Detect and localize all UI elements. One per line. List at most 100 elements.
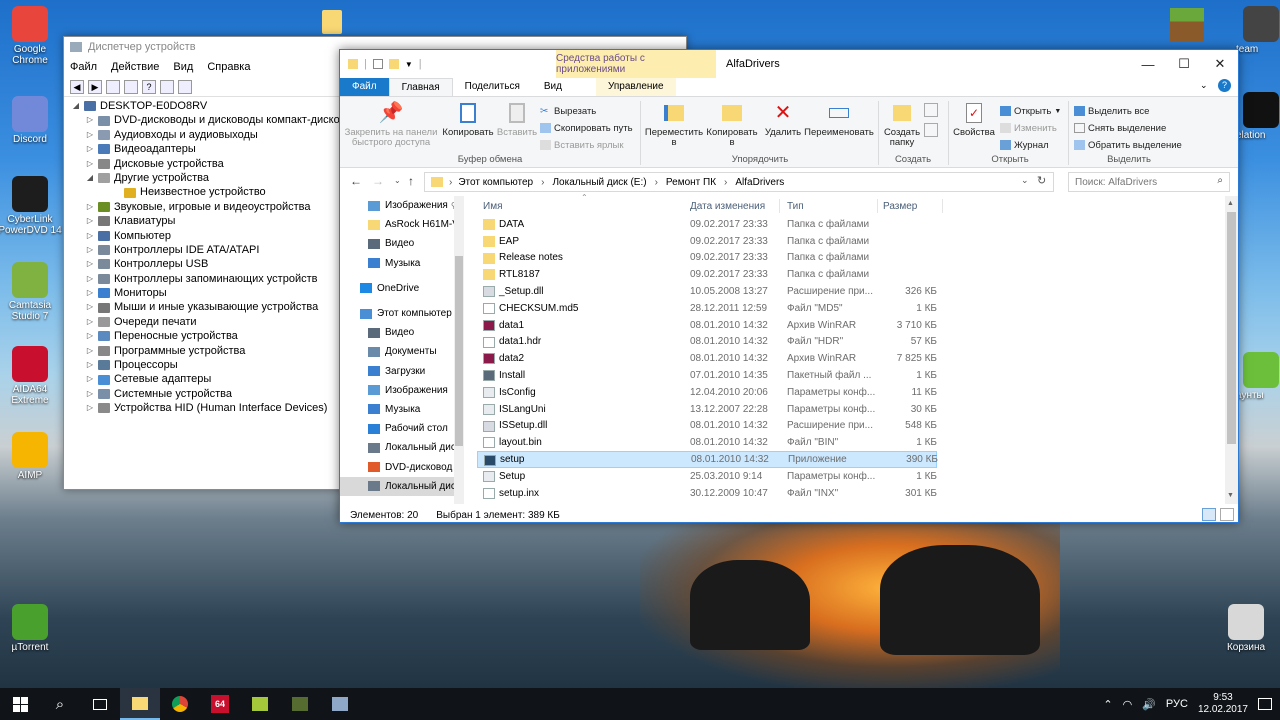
breadcrumb-item[interactable]: AlfaDrivers bbox=[735, 177, 784, 188]
copy-to-button[interactable]: Копировать в bbox=[704, 101, 760, 148]
nav-item[interactable]: DVD-дисковод ( bbox=[340, 457, 464, 476]
nav-item[interactable]: AsRock H61M-V bbox=[340, 215, 464, 234]
history-button[interactable]: Журнал bbox=[1000, 137, 1049, 153]
column-type[interactable]: Тип bbox=[787, 201, 804, 212]
tab-file[interactable]: Файл bbox=[340, 78, 389, 96]
language-indicator[interactable]: РУС bbox=[1166, 698, 1188, 710]
recent-locations-button[interactable]: ⌄ bbox=[394, 176, 401, 185]
tab-home[interactable]: Главная bbox=[388, 78, 453, 96]
menu-help[interactable]: Справка bbox=[207, 61, 250, 73]
search-icon[interactable]: ⌕ bbox=[1217, 175, 1223, 186]
help-icon[interactable]: ? bbox=[1218, 79, 1231, 92]
expand-arrow-icon[interactable]: ▷ bbox=[84, 387, 96, 401]
nav-item[interactable]: Загрузки bbox=[340, 362, 464, 381]
nav-scrollbar-thumb[interactable] bbox=[455, 256, 463, 446]
column-name[interactable]: Имя bbox=[483, 201, 502, 212]
help-icon[interactable]: ? bbox=[142, 79, 156, 94]
edit-button[interactable]: Изменить bbox=[1000, 120, 1057, 136]
cut-button[interactable]: ✂ Вырезать bbox=[540, 103, 596, 119]
file-row[interactable]: DATA 09.02.2017 23:33 Папка с файлами bbox=[477, 216, 937, 233]
collapse-arrow-icon[interactable]: ◢ bbox=[70, 99, 82, 113]
tab-manage[interactable]: Управление bbox=[595, 78, 676, 96]
breadcrumb-chevron-icon[interactable]: › bbox=[541, 177, 544, 188]
file-row[interactable]: ISLangUni 13.12.2007 22:28 Параметры конф.… bbox=[477, 401, 937, 418]
taskbar-camtasia[interactable] bbox=[240, 688, 280, 720]
expand-arrow-icon[interactable]: ▷ bbox=[84, 157, 96, 171]
desktop-shortcut[interactable]: Discord bbox=[0, 96, 62, 145]
file-row[interactable]: RTL8187 09.02.2017 23:33 Папка с файлами bbox=[477, 266, 937, 283]
taskbar-explorer[interactable] bbox=[120, 688, 160, 720]
forward-button[interactable]: → bbox=[372, 174, 384, 188]
properties-qat-icon[interactable] bbox=[372, 59, 383, 69]
expand-arrow-icon[interactable]: ▷ bbox=[84, 315, 96, 329]
expand-arrow-icon[interactable]: ▷ bbox=[84, 257, 96, 271]
easy-access-icon[interactable] bbox=[924, 123, 938, 137]
menu-file[interactable]: Файл bbox=[70, 61, 97, 73]
nav-scrollbar[interactable] bbox=[454, 196, 464, 504]
desktop-shortcut[interactable]: AIDA64 Extreme bbox=[0, 346, 62, 406]
tab-view[interactable]: Вид bbox=[532, 78, 574, 96]
expand-arrow-icon[interactable]: ▷ bbox=[84, 142, 96, 156]
expand-arrow-icon[interactable]: ▷ bbox=[84, 200, 96, 214]
nav-item[interactable]: Изображения⚲ bbox=[340, 196, 464, 215]
collapse-arrow-icon[interactable]: ◢ bbox=[84, 171, 96, 185]
file-row[interactable]: setup 08.01.2010 14:32 Приложение 390 КБ bbox=[477, 451, 938, 468]
breadcrumb-item[interactable]: Локальный диск (E:) bbox=[552, 177, 646, 188]
large-icons-view-icon[interactable] bbox=[1220, 508, 1234, 521]
expand-arrow-icon[interactable]: ▷ bbox=[84, 214, 96, 228]
menu-action[interactable]: Действие bbox=[111, 61, 159, 73]
expand-arrow-icon[interactable]: ▷ bbox=[84, 401, 96, 415]
back-button[interactable]: ← bbox=[350, 174, 362, 188]
start-button[interactable] bbox=[0, 688, 40, 720]
select-none-button[interactable]: Снять выделение bbox=[1074, 120, 1166, 136]
expand-arrow-icon[interactable]: ▷ bbox=[84, 300, 96, 314]
nav-item[interactable]: Музыка bbox=[340, 254, 464, 273]
expand-arrow-icon[interactable]: ▷ bbox=[84, 128, 96, 142]
file-row[interactable]: Setup 25.03.2010 9:14 Параметры конф... 1 К… bbox=[477, 468, 937, 485]
search-button[interactable]: ⌕ bbox=[40, 688, 80, 720]
expand-arrow-icon[interactable]: ▷ bbox=[84, 372, 96, 386]
explorer-titlebar[interactable]: | ▼ | Средства работы с приложениями Alf… bbox=[340, 50, 1238, 78]
desktop-shortcut[interactable]: Google Chrome bbox=[0, 6, 62, 66]
tab-share[interactable]: Поделиться bbox=[453, 78, 532, 96]
column-divider[interactable] bbox=[877, 199, 878, 213]
breadcrumb-chevron-icon[interactable]: › bbox=[449, 177, 452, 188]
file-row[interactable]: layout.bin 08.01.2010 14:32 Файл "BIN" 1 КБ bbox=[477, 434, 937, 451]
details-view-icon[interactable] bbox=[1202, 508, 1216, 521]
expand-arrow-icon[interactable]: ▷ bbox=[84, 243, 96, 257]
monitor-icon[interactable] bbox=[178, 79, 192, 94]
back-icon[interactable]: ◀ bbox=[70, 79, 84, 94]
new-item-icon[interactable] bbox=[924, 103, 938, 117]
task-view-button[interactable] bbox=[80, 688, 120, 720]
file-row[interactable]: data1.hdr 08.01.2010 14:32 Файл "HDR" 57 КБ bbox=[477, 334, 937, 351]
expand-arrow-icon[interactable]: ▷ bbox=[84, 113, 96, 127]
new-folder-qat-icon[interactable] bbox=[388, 59, 399, 69]
update-driver-icon[interactable] bbox=[160, 79, 174, 94]
nav-item[interactable]: Документы bbox=[340, 342, 464, 361]
clock[interactable]: 9:53 12.02.2017 bbox=[1198, 692, 1248, 716]
refresh-icon[interactable]: ↻ bbox=[1037, 174, 1046, 187]
expand-arrow-icon[interactable]: ▷ bbox=[84, 272, 96, 286]
copy-button[interactable]: Копировать bbox=[440, 101, 496, 138]
nav-item[interactable]: Видео bbox=[340, 323, 464, 342]
desktop-shortcut[interactable]: team bbox=[1222, 6, 1280, 55]
select-all-button[interactable]: Выделить все bbox=[1074, 103, 1149, 119]
column-date[interactable]: Дата изменения bbox=[690, 201, 765, 212]
file-row[interactable]: setup.inx 30.12.2009 10:47 Файл "INX" 301 К… bbox=[477, 485, 937, 502]
new-folder-button[interactable]: Создать папку bbox=[882, 101, 922, 148]
file-row[interactable]: data2 08.01.2010 14:32 Архив WinRAR 7 825 К… bbox=[477, 350, 937, 367]
volume-icon[interactable]: 🔊 bbox=[1142, 698, 1156, 711]
breadcrumb-item[interactable]: Ремонт ПК bbox=[666, 177, 716, 188]
move-to-button[interactable]: Переместить в bbox=[644, 101, 704, 148]
nav-item[interactable]: OneDrive bbox=[340, 279, 464, 298]
desktop-folder-icon[interactable] bbox=[322, 10, 342, 34]
breadcrumb-chevron-icon[interactable]: › bbox=[724, 177, 727, 188]
menu-view[interactable]: Вид bbox=[173, 61, 193, 73]
expand-arrow-icon[interactable]: ▷ bbox=[84, 286, 96, 300]
nav-item[interactable]: Рабочий стол bbox=[340, 419, 464, 438]
close-button[interactable]: ✕ bbox=[1202, 50, 1238, 78]
file-list-scrollbar-thumb[interactable] bbox=[1227, 212, 1236, 444]
open-button[interactable]: Открыть ▼ bbox=[1000, 103, 1061, 119]
minimize-button[interactable]: — bbox=[1130, 50, 1166, 78]
desktop-shortcut[interactable]: CyberLink PowerDVD 14 bbox=[0, 176, 62, 236]
